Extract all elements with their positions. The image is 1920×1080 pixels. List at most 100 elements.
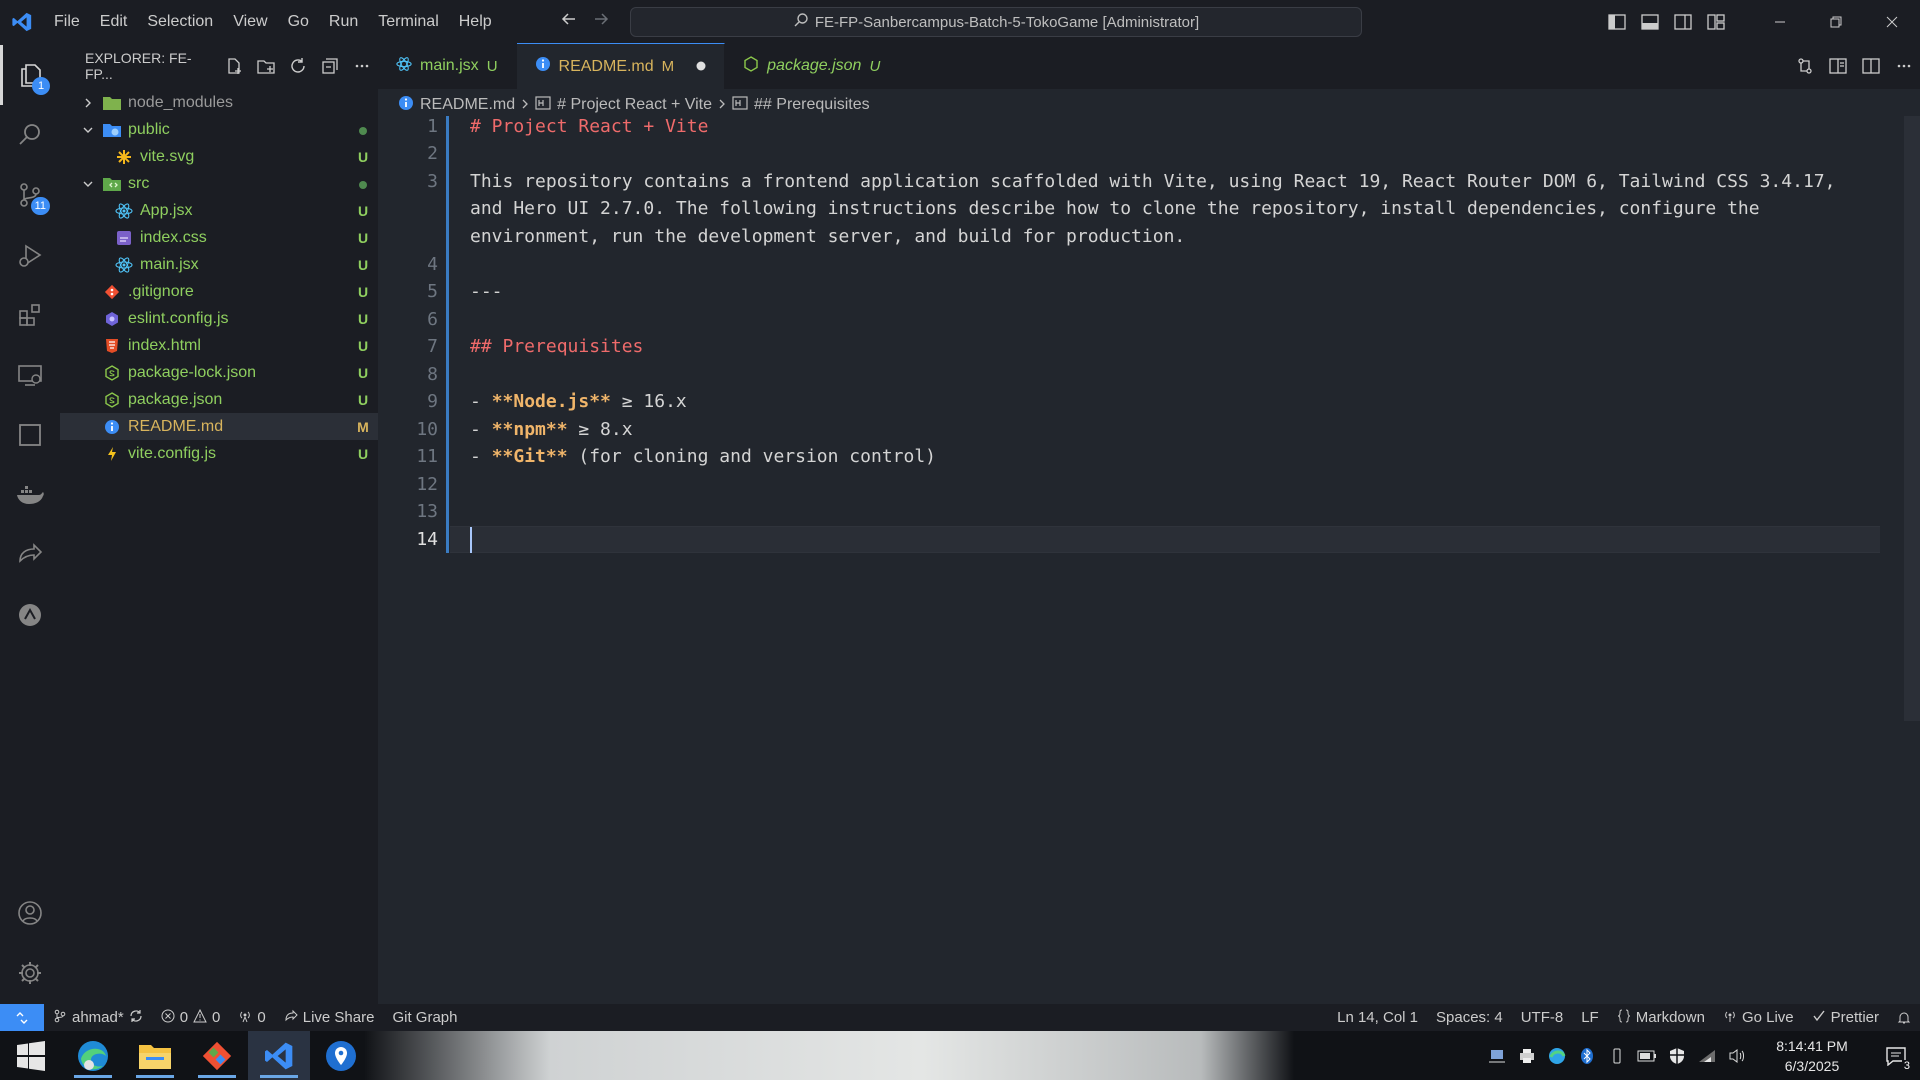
line-number: 12	[416, 474, 438, 495]
bluetooth-icon[interactable]	[1572, 1031, 1602, 1080]
tab-main-jsx[interactable]: main.jsx U	[378, 43, 517, 89]
menu-run[interactable]: Run	[319, 0, 368, 43]
printer-icon[interactable]	[1512, 1031, 1542, 1080]
tree-file-readme[interactable]: README.md M	[60, 413, 378, 440]
restore-icon[interactable]	[1808, 0, 1864, 43]
unsaved-dot-icon[interactable]	[696, 58, 706, 76]
taskbar-clock[interactable]: 8:14:41 PM 6/3/2025	[1752, 1036, 1872, 1076]
indentation[interactable]: Spaces: 4	[1427, 1009, 1512, 1026]
title-bar: File Edit Selection View Go Run Terminal…	[0, 0, 1920, 43]
run-debug-icon[interactable]	[0, 225, 60, 285]
menu-view[interactable]: View	[223, 0, 277, 43]
extensions-icon[interactable]	[0, 285, 60, 345]
refresh-icon[interactable]	[282, 43, 314, 89]
tree-item-label: index.css	[140, 228, 207, 246]
encoding[interactable]: UTF-8	[1512, 1009, 1573, 1026]
branch-status[interactable]: ahmad*	[44, 1009, 152, 1027]
toggle-secondary-sidebar-icon[interactable]	[1666, 0, 1699, 43]
open-changes-icon[interactable]	[1788, 43, 1821, 89]
usb-device-icon[interactable]	[1602, 1031, 1632, 1080]
tree-file-package-lock[interactable]: package-lock.json U	[60, 359, 378, 386]
scm-badge: 11	[30, 197, 50, 215]
tree-folder-src[interactable]: src	[60, 170, 378, 197]
new-file-icon[interactable]	[218, 43, 250, 89]
cursor-position[interactable]: Ln 14, Col 1	[1328, 1009, 1427, 1026]
tree-file-eslint-config[interactable]: eslint.config.js U	[60, 305, 378, 332]
accounts-icon[interactable]	[0, 883, 60, 943]
menu-selection[interactable]: Selection	[137, 0, 223, 43]
square-icon[interactable]	[0, 405, 60, 465]
breadcrumb-heading-1[interactable]: # Project React + Vite	[557, 96, 712, 114]
problems-status[interactable]: 0 0	[152, 1008, 230, 1027]
check-icon	[1812, 1009, 1826, 1027]
action-center-icon[interactable]: 3	[1872, 1031, 1920, 1080]
tree-file-vite-config[interactable]: vite.config.js U	[60, 440, 378, 467]
toggle-primary-sidebar-icon[interactable]	[1600, 0, 1633, 43]
tree-folder-public[interactable]: public	[60, 116, 378, 143]
tree-folder-node-modules[interactable]: node_modules	[60, 89, 378, 116]
menu-edit[interactable]: Edit	[90, 0, 138, 43]
toggle-panel-icon[interactable]	[1633, 0, 1666, 43]
maps-pin-icon[interactable]	[310, 1031, 372, 1080]
windows-start-icon[interactable]	[0, 1031, 62, 1080]
tree-file-index-css[interactable]: index.css U	[60, 224, 378, 251]
command-center[interactable]: FE-FP-Sanbercampus-Batch-5-TokoGame [Adm…	[630, 7, 1362, 37]
edge-browser-icon[interactable]	[62, 1031, 124, 1080]
security-shield-icon[interactable]	[1662, 1031, 1692, 1080]
sync-icon[interactable]	[129, 1009, 143, 1027]
git-gui-icon[interactable]	[186, 1031, 248, 1080]
wifi-icon[interactable]	[1692, 1031, 1722, 1080]
battery-icon[interactable]	[1632, 1031, 1662, 1080]
menu-go[interactable]: Go	[278, 0, 319, 43]
gear-icon[interactable]	[0, 943, 60, 1003]
remote-indicator-icon[interactable]	[0, 1004, 44, 1031]
menu-file[interactable]: File	[44, 0, 90, 43]
live-share-icon[interactable]	[0, 525, 60, 585]
go-live[interactable]: Go Live	[1714, 1009, 1803, 1027]
tree-file-vite-svg[interactable]: vite.svg U	[60, 143, 378, 170]
code-line-3b: and Hero UI 2.7.0. The following instruc…	[470, 198, 1760, 219]
vscode-taskbar-icon[interactable]	[248, 1031, 310, 1080]
collapse-all-icon[interactable]	[314, 43, 346, 89]
search-icon[interactable]	[0, 105, 60, 165]
notifications-bell-icon[interactable]	[1888, 1011, 1920, 1025]
menu-terminal[interactable]: Terminal	[368, 0, 448, 43]
file-explorer-icon[interactable]	[124, 1031, 186, 1080]
edge-tray-icon[interactable]	[1542, 1031, 1572, 1080]
more-actions-icon[interactable]	[1887, 43, 1920, 89]
vertical-scrollbar[interactable]	[1904, 116, 1920, 721]
menu-help[interactable]: Help	[449, 0, 502, 43]
network-drive-icon[interactable]	[1482, 1031, 1512, 1080]
explorer-icon[interactable]: 1	[0, 45, 60, 105]
language-mode[interactable]: Markdown	[1608, 1009, 1714, 1027]
open-preview-icon[interactable]	[1821, 43, 1854, 89]
volume-icon[interactable]	[1722, 1031, 1752, 1080]
close-icon[interactable]	[1864, 0, 1920, 43]
source-control-icon[interactable]: 11	[0, 165, 60, 225]
prettier-status[interactable]: Prettier	[1803, 1009, 1888, 1027]
more-actions-icon[interactable]	[346, 43, 378, 89]
end-of-line[interactable]: LF	[1572, 1009, 1608, 1026]
live-share-status[interactable]: Live Share	[275, 1009, 384, 1027]
remote-explorer-icon[interactable]	[0, 345, 60, 405]
breadcrumb-heading-2[interactable]: ## Prerequisites	[754, 96, 870, 114]
forward-arrow-icon[interactable]	[592, 10, 610, 33]
tab-package-json[interactable]: package.json U	[725, 43, 900, 89]
tab-readme[interactable]: README.md M	[516, 43, 726, 89]
breadcrumb-file[interactable]: README.md	[420, 96, 515, 114]
tree-file-gitignore[interactable]: .gitignore U	[60, 278, 378, 305]
tree-file-package-json[interactable]: package.json U	[60, 386, 378, 413]
ports-status[interactable]: 0	[229, 1009, 274, 1027]
git-graph-status[interactable]: Git Graph	[383, 1009, 466, 1026]
new-folder-icon[interactable]	[250, 43, 282, 89]
docker-icon[interactable]	[0, 465, 60, 525]
tree-file-app-jsx[interactable]: App.jsx U	[60, 197, 378, 224]
customize-layout-icon[interactable]	[1699, 0, 1732, 43]
tree-file-main-jsx[interactable]: main.jsx U	[60, 251, 378, 278]
back-arrow-icon[interactable]	[560, 10, 578, 33]
status-bar: ahmad* 0 0 0 Live Share Git Graph Ln 14,…	[0, 1004, 1920, 1031]
minimize-icon[interactable]	[1752, 0, 1808, 43]
split-editor-icon[interactable]	[1854, 43, 1887, 89]
tree-file-index-html[interactable]: index.html U	[60, 332, 378, 359]
git-graph-icon[interactable]	[0, 585, 60, 645]
